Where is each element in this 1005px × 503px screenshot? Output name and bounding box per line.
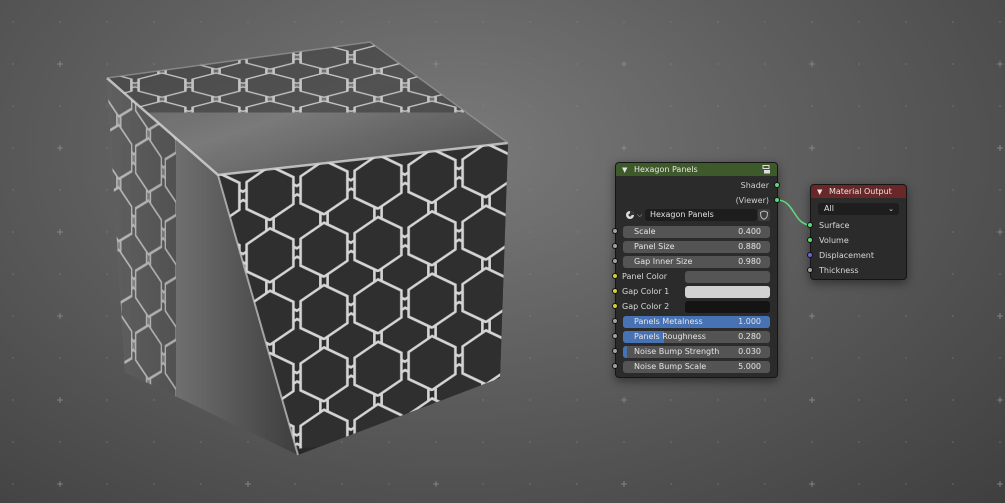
output-input-label: Surface — [819, 221, 850, 230]
chevron-down-icon[interactable]: ⌵ — [637, 209, 642, 221]
node-group-name-field[interactable]: Hexagon Panels — [645, 209, 757, 221]
chevron-down-icon[interactable]: ⌄ — [888, 203, 894, 215]
viewer-output-label: (Viewer) — [735, 196, 769, 205]
output-input-label: Thickness — [819, 266, 859, 275]
material-output-header[interactable]: ▼ Material Output — [811, 185, 906, 198]
panels-roughness-socket[interactable] — [612, 333, 618, 339]
input-field[interactable]: Noise Bump Scale 5.000 — [623, 361, 770, 373]
viewer-output-socket[interactable] — [774, 197, 780, 203]
input-value: 0.280 — [738, 332, 761, 341]
input-label: Scale — [634, 227, 656, 236]
input-label: Panel Size — [634, 242, 675, 251]
hexagon-panels-header[interactable]: ▼ Hexagon Panels — [616, 163, 777, 176]
input-value: 0.030 — [738, 347, 761, 356]
hexagon-panels-node[interactable]: ▼ Hexagon Panels Shader (Viewer) ⌵ Hexag… — [615, 162, 778, 378]
input-field[interactable]: Scale 0.400 — [623, 226, 770, 238]
surface-socket[interactable] — [807, 222, 813, 228]
scale-socket[interactable] — [612, 228, 618, 234]
input-value: 0.400 — [738, 227, 761, 236]
gap-color-2-socket[interactable] — [612, 303, 618, 309]
input-field[interactable]: Noise Bump Strength 0.030 — [623, 346, 770, 358]
input-value: 0.880 — [738, 242, 761, 251]
collapse-caret-icon[interactable]: ▼ — [817, 186, 822, 199]
input-field[interactable]: Panels Roughness 0.280 — [623, 331, 770, 343]
node-group-name: Hexagon Panels — [650, 210, 714, 219]
panels-metalness-socket[interactable] — [612, 318, 618, 324]
shield-icon[interactable] — [758, 209, 770, 221]
input-field[interactable]: Panels Metalness 1.000 — [623, 316, 770, 328]
color-swatch[interactable] — [685, 271, 770, 283]
output-input-label: Displacement — [819, 251, 874, 260]
input-label: Noise Bump Scale — [634, 362, 707, 371]
input-value: 1.000 — [738, 317, 761, 326]
target-dropdown[interactable]: All ⌄ — [818, 203, 899, 215]
input-value: 0.980 — [738, 257, 761, 266]
node-group-icon[interactable] — [625, 210, 635, 220]
color-swatch[interactable] — [685, 301, 770, 313]
noise-bump-strength-socket[interactable] — [612, 348, 618, 354]
material-output-title: Material Output — [828, 187, 892, 196]
target-value: All — [824, 204, 834, 213]
input-label: Gap Inner Size — [634, 257, 693, 266]
slider-fill — [623, 346, 628, 358]
input-field[interactable]: Panel Size 0.880 — [623, 241, 770, 253]
gap-color-1-socket[interactable] — [612, 288, 618, 294]
input-label: Noise Bump Strength — [634, 347, 720, 356]
color-input-label: Gap Color 1 — [622, 287, 670, 296]
input-field[interactable]: Gap Inner Size 0.980 — [623, 256, 770, 268]
input-value: 5.000 — [738, 362, 761, 371]
output-row-shader: Shader — [616, 180, 777, 192]
input-label: Panels Metalness — [634, 317, 703, 326]
color-input-label: Panel Color — [622, 272, 668, 281]
collapse-caret-icon[interactable]: ▼ — [622, 164, 627, 177]
shader-output-label: Shader — [740, 181, 769, 190]
shader-output-socket[interactable] — [774, 182, 780, 188]
output-row-viewer: (Viewer) — [616, 195, 777, 207]
panel-size-socket[interactable] — [612, 243, 618, 249]
volume-socket[interactable] — [807, 237, 813, 243]
noise-bump-scale-socket[interactable] — [612, 363, 618, 369]
gap-inner-size-socket[interactable] — [612, 258, 618, 264]
thickness-socket[interactable] — [807, 267, 813, 273]
displacement-socket[interactable] — [807, 252, 813, 258]
hexagon-panels-title: Hexagon Panels — [633, 165, 698, 174]
material-output-node[interactable]: ▼ Material Output All ⌄ Surface Volume Dis… — [810, 184, 907, 280]
panel-color-socket[interactable] — [612, 273, 618, 279]
node-tree-icon[interactable] — [762, 165, 771, 174]
output-input-label: Volume — [819, 236, 849, 245]
color-swatch[interactable] — [685, 286, 770, 298]
node-group-selector[interactable]: ⌵ Hexagon Panels — [616, 209, 777, 221]
color-input-label: Gap Color 2 — [622, 302, 670, 311]
input-label: Panels Roughness — [634, 332, 706, 341]
